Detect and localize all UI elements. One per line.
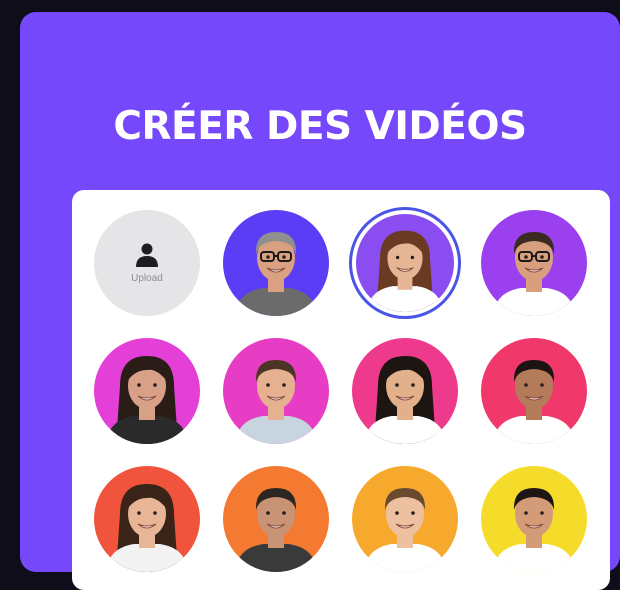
- avatar-man-glasses-beard[interactable]: [481, 210, 587, 316]
- avatar-smiling-man-beard[interactable]: [481, 466, 587, 572]
- create-videos-card: CRÉER DES VIDÉOS Upload: [20, 12, 620, 590]
- avatar-man-short-hair[interactable]: [223, 338, 329, 444]
- avatar-smiling-woman[interactable]: [94, 466, 200, 572]
- avatar-older-man-glasses[interactable]: [223, 210, 329, 316]
- card-title: CRÉER DES VIDÉOS: [113, 104, 527, 149]
- avatar-panel: Upload: [72, 190, 610, 590]
- avatar-blonde-woman[interactable]: [352, 466, 458, 572]
- avatar-woman-brown-hair[interactable]: [356, 214, 454, 312]
- avatar-bearded-man[interactable]: [481, 338, 587, 444]
- avatar-woman-dark-hair[interactable]: [94, 338, 200, 444]
- person-icon: [136, 243, 158, 267]
- upload-button[interactable]: Upload: [94, 210, 200, 316]
- avatar-older-man-beard[interactable]: [223, 466, 329, 572]
- avatar-asian-woman[interactable]: [352, 338, 458, 444]
- upload-label: Upload: [131, 272, 163, 284]
